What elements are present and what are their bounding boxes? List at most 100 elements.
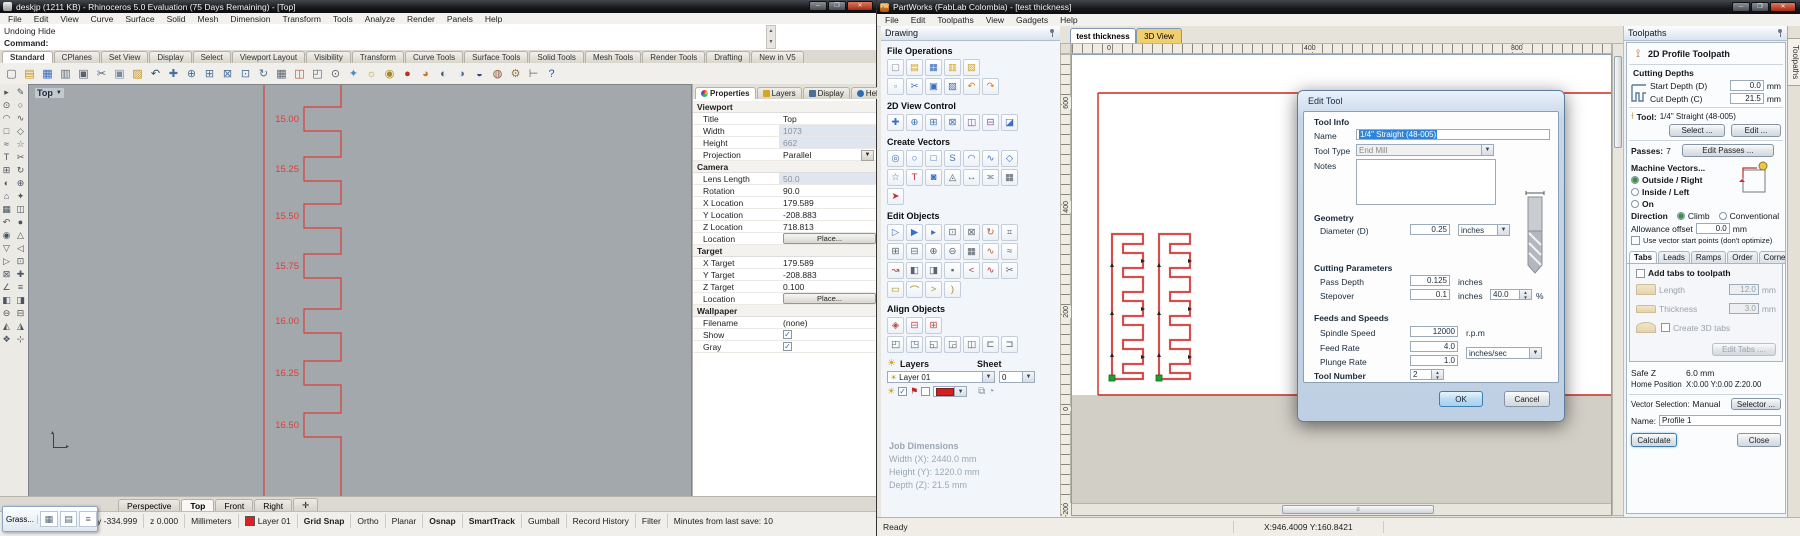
tp-tab-order[interactable]: Order: [1727, 251, 1758, 263]
align-horizontal-icon[interactable]: ⊟: [906, 317, 923, 334]
layer-options-icon[interactable]: ◔: [988, 386, 994, 397]
align-vertical-icon[interactable]: ⊞: [925, 317, 942, 334]
rhino-tool-icon[interactable]: ⊟: [15, 307, 27, 319]
add-viewport-icon[interactable]: ✛: [293, 498, 319, 512]
cut-depth-input[interactable]: 21.5: [1729, 93, 1764, 104]
radio-on[interactable]: [1631, 200, 1639, 208]
status-toggle-record-history[interactable]: Record History: [567, 514, 636, 528]
menu-dimension[interactable]: Dimension: [224, 13, 276, 25]
menu-mesh[interactable]: Mesh: [192, 13, 225, 25]
toolbar-tab-cplanes[interactable]: CPlanes: [53, 51, 100, 63]
join-close-icon[interactable]: ◨: [925, 262, 942, 279]
select-arrow-icon[interactable]: ▷: [887, 224, 904, 241]
ungroup-icon[interactable]: ⊠: [963, 224, 980, 241]
draw-polyline-icon[interactable]: ∿: [982, 150, 999, 167]
place-button[interactable]: Place...: [783, 233, 876, 244]
tp-tab-tabs[interactable]: Tabs: [1629, 251, 1658, 263]
rhino-tool-icon[interactable]: ↶: [1, 216, 13, 228]
export-icon[interactable]: ▧: [963, 59, 980, 76]
close-icon[interactable]: ✕: [847, 1, 873, 11]
rhino-tool-icon[interactable]: ⊕: [15, 177, 27, 189]
list-view-icon[interactable]: ▤: [59, 511, 78, 527]
command-area[interactable]: Undoing Hide Command: ▲ ▼: [0, 24, 876, 51]
pin-icon[interactable]: [1776, 29, 1784, 37]
rhino-tool-icon[interactable]: ✂: [15, 151, 27, 163]
smooth-icon[interactable]: ∿: [982, 262, 999, 279]
select-tool-button[interactable]: Select ...: [1669, 124, 1725, 137]
rhino-tool-icon[interactable]: ✚: [15, 268, 27, 280]
doc-tab-3d-view[interactable]: 3D View: [1136, 28, 1182, 44]
edit-passes-button[interactable]: Edit Passes ...: [1681, 144, 1774, 157]
redo-icon[interactable]: ↷: [982, 78, 999, 95]
minimize-icon[interactable]: ─: [809, 1, 827, 11]
property-checkbox[interactable]: ✓: [783, 342, 792, 351]
rhino-tool-icon[interactable]: ∠: [1, 281, 13, 293]
previous-view-icon[interactable]: ⊟: [982, 114, 999, 131]
units-cell[interactable]: Millimeters: [185, 514, 239, 528]
new-layer-icon[interactable]: ⧉: [978, 386, 985, 397]
scrollbar-thumb[interactable]: [1614, 56, 1622, 148]
rhino-tool-icon[interactable]: ◨: [15, 294, 27, 306]
draw-text-icon[interactable]: T: [906, 169, 923, 186]
rhino-tool-icon[interactable]: ●: [15, 216, 27, 228]
dimension-tool-icon[interactable]: ⊢: [526, 66, 541, 81]
rhino-tool-icon[interactable]: ▽: [1, 242, 13, 254]
chevron-down-icon[interactable]: ▼: [861, 150, 874, 161]
canvas-horizontal-scrollbar[interactable]: ≡: [1072, 503, 1611, 515]
open-folder-icon[interactable]: ▤: [22, 66, 37, 81]
draw-rectangle-icon[interactable]: □: [925, 150, 942, 167]
mirror-icon[interactable]: ⊟: [906, 243, 923, 260]
selector-button[interactable]: Selector ...: [1731, 398, 1781, 410]
paste-icon[interactable]: ▨: [944, 78, 961, 95]
menu-view[interactable]: View: [54, 13, 84, 25]
shaded-sphere-icon[interactable]: ◐: [436, 66, 451, 81]
rhino-tool-icon[interactable]: □: [1, 125, 13, 137]
zoom-extents-icon[interactable]: ⊠: [220, 66, 235, 81]
status-toggle-ortho[interactable]: Ortho: [351, 514, 386, 528]
menu-render[interactable]: Render: [401, 13, 441, 25]
zoom-selected-icon[interactable]: ⊡: [238, 66, 253, 81]
join-open-icon[interactable]: ◧: [906, 262, 923, 279]
property-value[interactable]: 90.0: [779, 186, 876, 196]
status-toggle-osnap[interactable]: Osnap: [423, 514, 463, 528]
menu-analyze[interactable]: Analyze: [359, 13, 401, 25]
select-box-icon[interactable]: ▫: [887, 78, 904, 95]
rhino-tool-icon[interactable]: ☆: [15, 138, 27, 150]
add-tabs-checkbox[interactable]: [1636, 268, 1645, 278]
start-depth-input[interactable]: 0.0: [1729, 80, 1764, 91]
new-file-icon[interactable]: ▢: [4, 66, 19, 81]
rhino-tool-icon[interactable]: ⊠: [1, 268, 13, 280]
rhino-tool-icon[interactable]: ◇: [15, 125, 27, 137]
status-toggle-gumball[interactable]: Gumball: [522, 514, 567, 528]
extend-icon[interactable]: ): [944, 281, 961, 298]
chamfer-icon[interactable]: >: [925, 281, 942, 298]
print-icon[interactable]: ▥: [58, 66, 73, 81]
pan-icon[interactable]: ✚: [887, 114, 904, 131]
toolpath-name-input[interactable]: Profile 1: [1659, 415, 1781, 426]
weld-icon[interactable]: ≈: [1001, 243, 1018, 260]
toolbar-tab-solid-tools[interactable]: Solid Tools: [529, 51, 584, 63]
edit-tool-button[interactable]: Edit ...: [1731, 124, 1781, 137]
ghosted-sphere-icon[interactable]: ◑: [454, 66, 469, 81]
save-icon[interactable]: ▦: [40, 66, 55, 81]
pass-depth-input[interactable]: 0.125: [1410, 275, 1450, 286]
paste-array-icon[interactable]: ▦: [1001, 169, 1018, 186]
scroll-down-icon[interactable]: ▼: [767, 37, 775, 48]
toolbar-tab-mesh-tools[interactable]: Mesh Tools: [584, 51, 642, 63]
align-inside-tl-icon[interactable]: ◰: [887, 336, 904, 353]
command-scrollbar[interactable]: ▲ ▼: [766, 25, 776, 49]
draw-star-icon[interactable]: ☆: [887, 169, 904, 186]
align-right-edge-icon[interactable]: ⊐: [1001, 336, 1018, 353]
render-sphere-rainbow-icon[interactable]: ◕: [418, 66, 433, 81]
toolbar-tab-viewport-layout[interactable]: Viewport Layout: [231, 51, 306, 63]
rhino-tool-icon[interactable]: ▸: [1, 86, 13, 98]
object-snap-icon[interactable]: ⊙: [328, 66, 343, 81]
tp-tab-corners[interactable]: Corners: [1758, 251, 1785, 263]
rhino-tool-icon[interactable]: ◉: [1, 229, 13, 241]
pin-icon[interactable]: [1048, 29, 1056, 37]
draw-arc-icon[interactable]: ◠: [963, 150, 980, 167]
radio-climb[interactable]: [1676, 212, 1685, 220]
rhino-viewport-top[interactable]: Top ▼ 15.00 15.25 15.50 15.75 16.00 16.25 16.5…: [28, 84, 692, 497]
cut-vector-icon[interactable]: <: [963, 262, 980, 279]
draw-polygon-icon[interactable]: ◇: [1001, 150, 1018, 167]
